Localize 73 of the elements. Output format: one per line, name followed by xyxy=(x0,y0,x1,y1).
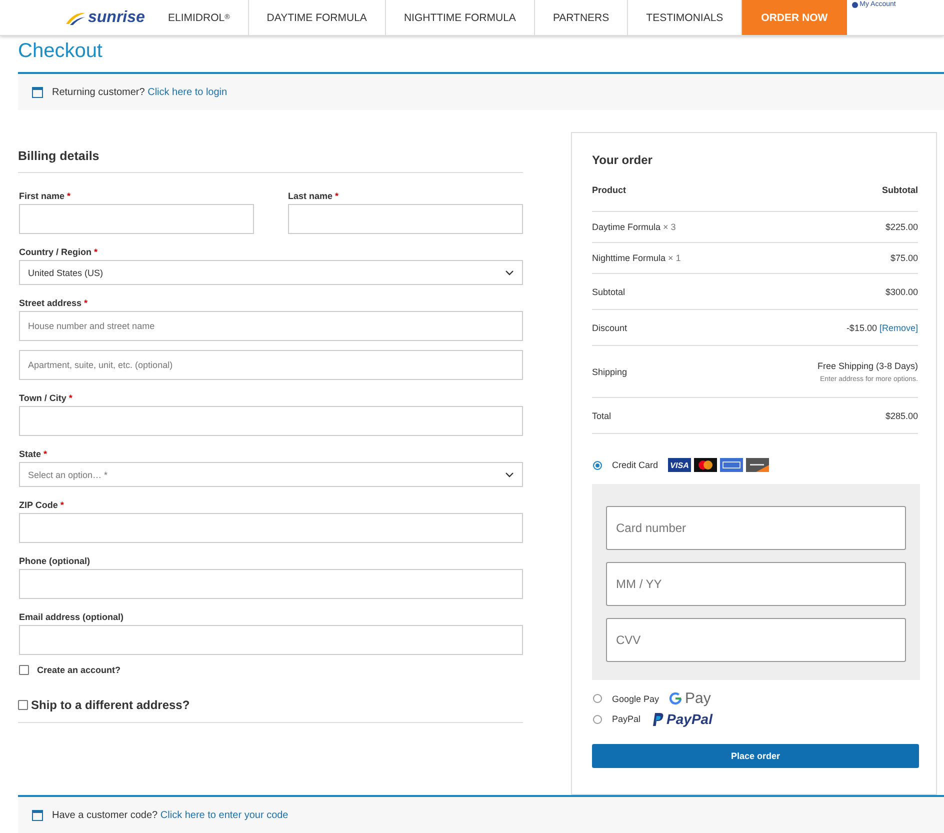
radio-button[interactable] xyxy=(593,460,602,470)
place-order-button[interactable]: Place order xyxy=(592,744,919,768)
paypal-wordmark: PayPal xyxy=(666,711,712,727)
select-field[interactable]: United States (US) xyxy=(19,260,523,285)
field-label: Last name * xyxy=(288,191,340,201)
amex-card-logo-icon xyxy=(720,458,744,472)
nav-link[interactable]: ELIMIDROL$^{®}$ xyxy=(150,0,249,35)
row-label: Shipping xyxy=(592,366,628,376)
field-label: Phone (optional) xyxy=(19,556,91,566)
price-text: $285.00 xyxy=(885,410,918,420)
price-text: -$15.00 xyxy=(846,322,877,332)
field-label: First name * xyxy=(19,191,72,201)
payment-label: Credit Card xyxy=(612,460,658,470)
calendar-icon xyxy=(32,810,43,820)
input-field[interactable] xyxy=(19,204,254,234)
product-name: Daytime Formula × 3 xyxy=(592,222,676,232)
input-field[interactable] xyxy=(19,625,523,655)
input-field[interactable] xyxy=(19,569,523,599)
chevron-down-icon xyxy=(505,270,514,276)
calendar-icon xyxy=(32,86,43,98)
mastercard-logo-icon xyxy=(694,458,718,472)
price-text: $225.00 xyxy=(885,222,918,232)
column-header: Subtotal xyxy=(882,185,918,195)
row-label: Discount xyxy=(592,322,628,332)
user-icon xyxy=(852,2,858,8)
section-heading: Billing details xyxy=(18,149,523,173)
row-label: Subtotal xyxy=(592,286,626,296)
checkbox[interactable] xyxy=(18,700,28,710)
input-field[interactable]: Card number xyxy=(606,506,906,550)
login-link[interactable]: Click here to login xyxy=(148,86,228,98)
remove-link[interactable]: [Remove] xyxy=(879,322,918,332)
section-heading: Ship to a different address? xyxy=(31,698,190,712)
column-header: Product xyxy=(592,185,626,195)
input-field[interactable] xyxy=(288,204,523,234)
row-label: Total xyxy=(592,410,612,420)
paypal-p-icon xyxy=(650,712,664,726)
input-field[interactable] xyxy=(19,513,523,543)
input-field[interactable]: MM / YY xyxy=(606,562,906,606)
field-label: ZIP Code * xyxy=(19,500,65,510)
google-g-icon xyxy=(669,692,682,705)
chevron-down-icon xyxy=(505,472,514,478)
field-label: Country / Region * xyxy=(19,247,99,257)
checkbox[interactable] xyxy=(19,665,29,675)
input-field[interactable]: CVV xyxy=(606,618,906,662)
nav-link[interactable]: PARTNERS xyxy=(534,0,628,35)
payment-label: PayPal xyxy=(612,714,641,724)
pay-wordmark: Pay xyxy=(685,690,711,707)
visa-card-logo: VISA xyxy=(668,458,692,472)
field-label: Town / City * xyxy=(19,393,74,403)
product-name: Nighttime Formula × 1 xyxy=(592,253,681,263)
code-link[interactable]: Click here to enter your code xyxy=(160,810,288,820)
field-label: Email address (optional) xyxy=(19,612,125,622)
section-heading: Your order xyxy=(592,153,654,167)
payment-label: Google Pay xyxy=(612,694,660,704)
field-label: Street address * xyxy=(19,298,89,308)
shipping-method: Free Shipping (3-8 Days) xyxy=(817,360,918,370)
price-text: $300.00 xyxy=(885,286,918,296)
nav-link[interactable]: NIGHTTIME FORMULA xyxy=(386,0,535,35)
page-title: Checkout xyxy=(18,40,104,64)
radio-button[interactable] xyxy=(593,714,602,724)
discover-card-logo-icon xyxy=(746,458,770,472)
checkbox-label: Create an account? xyxy=(37,665,121,675)
input-field[interactable]: Apartment, suite, unit, etc. (optional) xyxy=(19,350,523,380)
input-field[interactable] xyxy=(19,406,523,436)
select-field[interactable]: Select an option… * xyxy=(19,462,523,487)
brand-name[interactable]: sunrise xyxy=(88,8,145,26)
notice-text: Returning customer? Click here to login xyxy=(52,86,228,98)
field-label: State * xyxy=(19,449,48,459)
notice-text: Have a customer code? Click here to enter your code xyxy=(52,810,288,820)
nav-link[interactable]: DAYTIME FORMULA xyxy=(248,0,386,35)
price-text: $75.00 xyxy=(890,253,918,263)
input-field[interactable]: House number and street name xyxy=(19,311,523,341)
radio-button[interactable] xyxy=(593,694,602,703)
